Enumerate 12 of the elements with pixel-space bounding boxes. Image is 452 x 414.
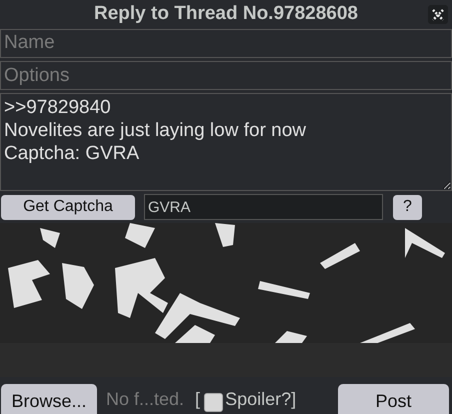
help-button[interactable]: ? [393,194,422,220]
get-captcha-button[interactable]: Get Captcha [1,194,135,220]
post-button[interactable]: Post [338,384,449,414]
comment-field[interactable]: >>97829840 Novelites are just laying low for now Captcha: GVRA [0,93,452,192]
file-status: No f...ted. [106,388,184,411]
browse-button[interactable]: Browse... [1,384,97,414]
name-field[interactable]: Name [0,28,452,58]
bracket: [ [195,388,200,411]
window-title: Reply to Thread No.97828608 [94,2,358,26]
options-field[interactable]: Options [0,60,452,90]
captcha-field[interactable]: GVRA [144,194,383,220]
spoiler-label: Spoiler?] [225,388,296,411]
